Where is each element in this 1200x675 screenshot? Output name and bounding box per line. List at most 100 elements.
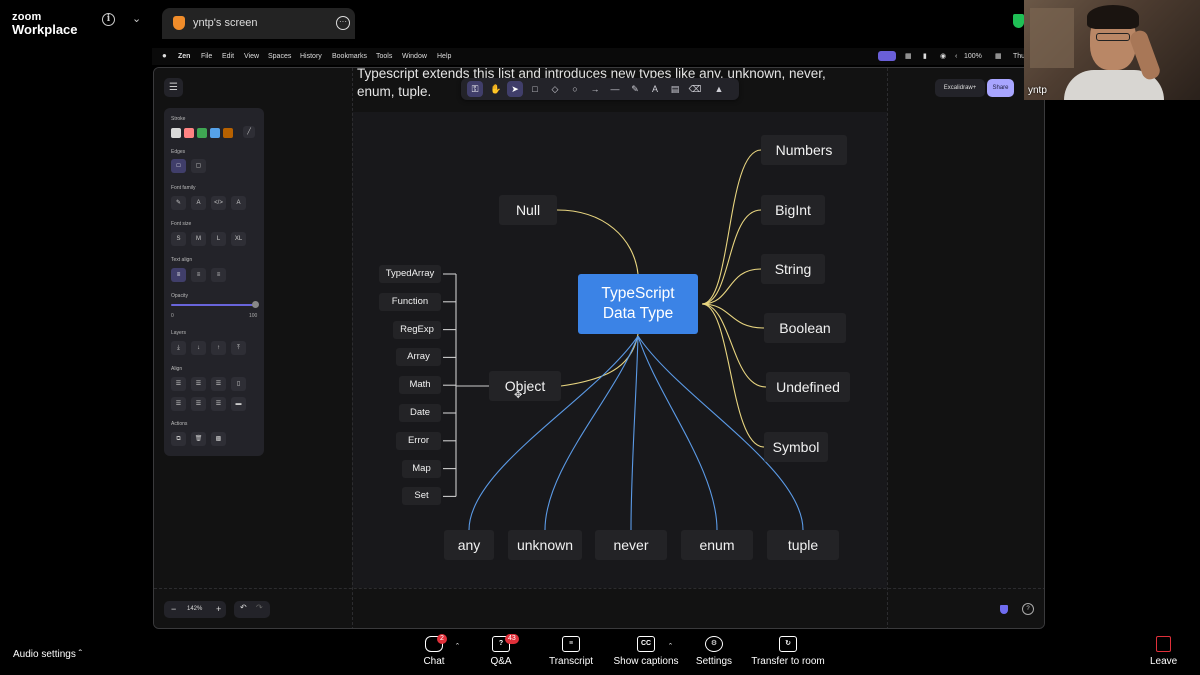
stroke-color-swatch[interactable] [197,128,207,138]
transcript-button[interactable]: ≡ Transcript [546,636,596,667]
object-type-error[interactable]: Error [396,431,441,450]
align-top-icon[interactable]: ☰ [171,397,186,411]
font-size-s[interactable]: S [171,232,186,246]
typescript-data-type-node[interactable]: TypeScript Data Type [578,274,698,334]
menu-app-name[interactable]: Zen [178,53,190,60]
leave-button[interactable]: Leave [1150,636,1177,667]
object-type-typedarray[interactable]: TypedArray [379,265,441,283]
hand-icon[interactable]: ✋ [488,81,504,97]
hand-drawn-font-icon[interactable]: ✎ [171,196,186,210]
help-icon[interactable]: ? [1022,603,1034,615]
menu-tools[interactable]: Tools [376,53,392,60]
distribute-horizontal-icon[interactable]: ▯ [231,377,246,391]
image-icon[interactable]: ▤ [667,81,683,97]
group-icon[interactable]: ▩ [211,432,226,446]
rectangle-icon[interactable]: □ [527,81,543,97]
type-node-enum[interactable]: enum [681,530,753,560]
apple-icon[interactable]: ● [162,51,167,60]
clipboard-icon[interactable]: ▮ [923,52,927,60]
text-icon[interactable]: A [647,81,663,97]
type-node-object[interactable]: Object [489,371,561,401]
chat-button[interactable]: 2 Chat [420,634,448,667]
align-center-icon[interactable]: ≡ [191,268,206,282]
menu-spaces[interactable]: Spaces [268,53,291,60]
align-right-icon[interactable]: ≡ [211,268,226,282]
object-type-date[interactable]: Date [399,404,441,422]
object-type-array[interactable]: Array [396,348,441,367]
type-node-string[interactable]: String [761,254,825,284]
send-backward-icon[interactable]: ↓ [191,341,206,355]
type-node-unknown[interactable]: unknown [508,530,582,560]
send-to-back-icon[interactable]: ⤓ [171,341,186,355]
menu-bookmarks[interactable]: Bookmarks [332,53,367,60]
back-chevron-icon[interactable]: ‹ [955,53,957,60]
audio-settings-button[interactable]: Audio settings ˆ [13,649,82,660]
more-tools-icon[interactable]: ▲ [711,81,727,97]
type-node-null[interactable]: Null [499,195,557,225]
captions-caret-icon[interactable]: ˆ [669,642,672,652]
opacity-slider[interactable] [171,304,257,306]
stroke-color-swatch[interactable] [223,128,233,138]
menu-edit[interactable]: Edit [222,53,234,60]
type-node-bigint[interactable]: BigInt [761,195,825,225]
info-icon[interactable]: i [102,13,115,26]
align-right-edges-icon[interactable]: ☰ [211,377,226,391]
chevron-down-icon[interactable]: ⌄ [132,12,141,25]
align-vertical-center-icon[interactable]: ☰ [191,397,206,411]
object-type-set[interactable]: Set [402,487,441,506]
align-left-edges-icon[interactable]: ☰ [171,377,186,391]
security-shield-icon[interactable] [1013,14,1024,28]
font-size-xl[interactable]: XL [231,232,246,246]
zoom-in-button[interactable]: + [216,604,221,614]
align-left-icon[interactable]: ≡ [171,268,186,282]
object-type-regexp[interactable]: RegExp [393,320,441,339]
type-node-tuple[interactable]: tuple [767,530,839,560]
screen-share-status-icon[interactable] [878,51,896,61]
excalidraw-canvas[interactable]: Typescript extends this list and introdu… [154,68,1044,628]
privacy-shield-icon[interactable] [1000,605,1008,614]
share-button[interactable]: Share [987,79,1014,97]
bring-forward-icon[interactable]: ↑ [211,341,226,355]
ellipse-icon[interactable]: ○ [567,81,583,97]
type-node-symbol[interactable]: Symbol [764,432,828,462]
zoom-out-button[interactable]: − [171,604,176,614]
font-size-l[interactable]: L [211,232,226,246]
font-size-m[interactable]: M [191,232,206,246]
stroke-color-swatch[interactable] [171,128,181,138]
line-icon[interactable]: — [607,81,623,97]
arrow-icon[interactable]: → [587,81,603,97]
type-node-undefined[interactable]: Undefined [766,372,850,402]
grid-icon[interactable]: ▦ [905,52,912,60]
lock-icon[interactable]: ⚿ [467,81,483,97]
record-icon[interactable]: ◉ [940,52,946,60]
object-type-math[interactable]: Math [399,376,441,395]
font-picker-icon[interactable]: A [231,196,246,210]
control-center-icon[interactable]: ▦ [995,52,1002,60]
main-menu-icon[interactable]: ☰ [164,78,183,97]
align-horizontal-center-icon[interactable]: ☰ [191,377,206,391]
menu-window[interactable]: Window [402,53,427,60]
pencil-icon[interactable]: ✎ [627,81,643,97]
undo-icon[interactable]: ↶ [240,603,247,612]
screen-share-tab[interactable]: yntp's screen ··· [162,8,355,39]
excalidraw-plus-button[interactable]: Excalidraw+ [935,79,985,97]
object-type-function[interactable]: Function [379,292,441,311]
sharp-edges-icon[interactable]: □ [171,159,186,173]
stroke-color-swatch[interactable] [184,128,194,138]
opacity-slider-handle[interactable] [252,301,259,308]
menu-help[interactable]: Help [437,53,451,60]
menu-history[interactable]: History [300,53,322,60]
diamond-icon[interactable]: ◇ [547,81,563,97]
more-options-icon[interactable]: ··· [336,16,350,30]
type-node-any[interactable]: any [444,530,494,560]
type-node-boolean[interactable]: Boolean [764,313,846,343]
bring-to-front-icon[interactable]: ⤒ [231,341,246,355]
menu-view[interactable]: View [244,53,259,60]
type-node-numbers[interactable]: Numbers [761,135,847,165]
code-font-icon[interactable]: </> [211,196,226,210]
selection-icon[interactable]: ➤ [507,81,523,97]
zoom-level[interactable]: 142% [187,606,202,612]
transfer-to-room-button[interactable]: ↻ Transfer to room [750,636,826,667]
redo-icon[interactable]: ↷ [256,603,263,612]
stroke-color-swatch[interactable] [210,128,220,138]
